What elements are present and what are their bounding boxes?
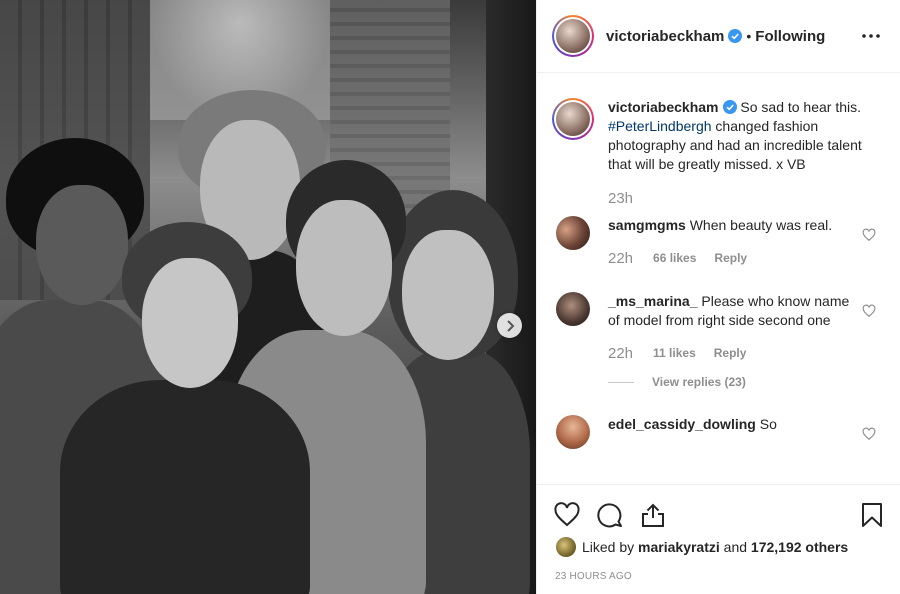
author-username[interactable]: victoriabeckham — [606, 28, 724, 45]
liker-avatar[interactable] — [556, 537, 576, 557]
verified-badge-icon — [728, 29, 743, 43]
hashtag-link[interactable]: #PeterLindbergh — [608, 118, 712, 134]
header-separator: • — [746, 28, 752, 44]
chevron-right-icon — [506, 319, 514, 332]
comments-list[interactable]: victoriabeckham So sad to hear this. #Pe… — [537, 74, 900, 484]
comment-bubble-icon[interactable] — [596, 501, 624, 529]
post-timestamp[interactable]: 23 HOURS AGO — [537, 557, 900, 582]
more-options-button[interactable] — [860, 25, 882, 47]
post-photo[interactable] — [0, 0, 536, 594]
comment-like-heart-icon[interactable] — [862, 304, 876, 318]
more-options-icon — [862, 34, 880, 38]
like-heart-icon[interactable] — [553, 501, 581, 529]
liked-by-prefix: Liked by — [582, 539, 635, 555]
replies-divider — [608, 381, 634, 383]
caption-username[interactable]: victoriabeckham — [608, 99, 719, 115]
comment-likes[interactable]: 11 likes — [653, 344, 696, 363]
comment-item: _ms_marina_ Please who know name of mode… — [552, 292, 884, 363]
post-header: victoriabeckham • Following — [537, 0, 900, 73]
liked-by-user[interactable]: mariakyratzi — [638, 539, 720, 555]
post-side-panel: victoriabeckham • Following victoriabeck… — [536, 0, 900, 594]
comment-likes[interactable]: 66 likes — [653, 249, 696, 268]
comment-text: So — [759, 416, 777, 432]
post-footer: Liked by mariakyratzi and 172,192 others… — [537, 484, 900, 594]
comment-like-heart-icon[interactable] — [862, 427, 876, 441]
verified-badge-icon — [722, 100, 737, 114]
commenter-username[interactable]: _ms_marina_ — [608, 293, 698, 309]
likes-count[interactable]: 172,192 others — [751, 539, 848, 555]
commenter-avatar[interactable] — [556, 292, 590, 326]
post-view: victoriabeckham • Following victoriabeck… — [0, 0, 900, 594]
caption: victoriabeckham So sad to hear this. #Pe… — [552, 98, 884, 208]
author-avatar[interactable] — [552, 15, 594, 57]
comment-item: edel_cassidy_dowling So — [552, 415, 884, 449]
view-replies-button[interactable]: View replies (23) — [608, 375, 884, 389]
comment-like-heart-icon[interactable] — [862, 228, 876, 242]
liked-by-and: and — [723, 539, 748, 555]
caption-meta: 23h — [608, 189, 876, 208]
liked-by-line: Liked by mariakyratzi and 172,192 others — [537, 535, 900, 557]
comment-reply-button[interactable]: Reply — [714, 344, 747, 363]
share-upload-icon[interactable] — [639, 501, 667, 529]
action-bar — [537, 485, 900, 535]
commenter-username[interactable]: edel_cassidy_dowling — [608, 416, 756, 432]
commenter-username[interactable]: samgmgms — [608, 217, 686, 233]
view-replies-label: View replies (23) — [652, 375, 746, 389]
comment-reply-button[interactable]: Reply — [714, 249, 747, 268]
caption-avatar[interactable] — [552, 98, 594, 140]
comment-time[interactable]: 22h — [608, 249, 633, 268]
caption-text-start: So sad to hear this. — [740, 99, 862, 115]
comment-meta: 22h 11 likes Reply — [608, 344, 856, 363]
caption-time[interactable]: 23h — [608, 189, 633, 208]
commenter-avatar[interactable] — [556, 415, 590, 449]
comment-meta: 22h 66 likes Reply — [608, 249, 856, 268]
comment-item: samgmgms When beauty was real. 22h 66 li… — [552, 216, 884, 268]
commenter-avatar[interactable] — [556, 216, 590, 250]
following-button[interactable]: Following — [755, 28, 825, 45]
comment-text: When beauty was real. — [689, 217, 833, 233]
comment-time[interactable]: 22h — [608, 344, 633, 363]
next-photo-button[interactable] — [497, 313, 522, 338]
bookmark-icon[interactable] — [858, 501, 886, 529]
